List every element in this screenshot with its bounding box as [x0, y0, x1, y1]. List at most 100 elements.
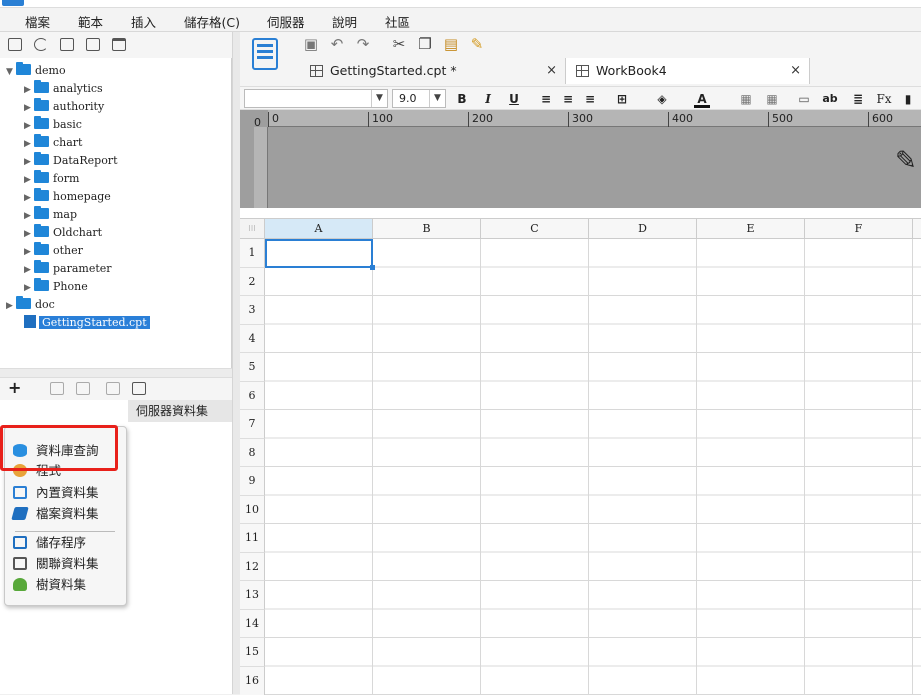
edit-icon[interactable] [50, 382, 64, 395]
tree-node[interactable]: ▶Phone [24, 278, 88, 295]
align-left-icon[interactable]: ≡ [538, 90, 554, 108]
menu-item-file-dataset[interactable]: 檔案資料集 [13, 504, 99, 524]
redo-icon[interactable]: ↷ [354, 36, 372, 52]
vertical-divider[interactable] [232, 32, 240, 694]
row-header[interactable]: 14 [240, 610, 265, 639]
server-dataset-tab[interactable]: 伺服器資料集 [128, 400, 232, 422]
row-header[interactable]: 9 [240, 467, 265, 496]
align-right-icon[interactable]: ≡ [582, 90, 598, 108]
panel-splitter[interactable] [0, 368, 232, 378]
refresh-icon[interactable] [34, 38, 48, 51]
cut-icon[interactable]: ✂ [390, 36, 408, 52]
close-icon[interactable]: × [790, 58, 801, 84]
column-header[interactable]: D [589, 219, 697, 239]
close-icon[interactable]: × [546, 58, 557, 84]
format-painter-icon[interactable]: ✎ [468, 36, 486, 52]
tree-node[interactable]: ▶chart [24, 134, 82, 151]
delete-icon[interactable] [76, 382, 90, 395]
formula-icon[interactable]: Fx [874, 90, 894, 108]
tree-node-doc[interactable]: ▶doc [6, 296, 55, 313]
column-header[interactable]: F [805, 219, 913, 239]
menu-item-tree-dataset[interactable]: 樹資料集 [13, 575, 86, 595]
selected-cell[interactable] [265, 239, 373, 268]
paragraph-icon[interactable]: ≣ [850, 90, 866, 108]
collapse-arrow-icon[interactable]: ▶ [24, 118, 34, 135]
expand-arrow-icon[interactable]: ▼ [6, 64, 16, 81]
copy-icon[interactable] [106, 382, 120, 395]
merge-cells-icon[interactable]: ▦ [738, 90, 754, 108]
menu-help[interactable]: 說明 [332, 12, 357, 31]
open-icon[interactable] [60, 38, 74, 51]
row-header[interactable]: 11 [240, 524, 265, 553]
row-header[interactable]: 10 [240, 496, 265, 525]
save-icon[interactable]: ▣ [302, 36, 320, 52]
row-header[interactable]: 12 [240, 553, 265, 582]
template-type-icon[interactable] [252, 38, 278, 70]
collapse-arrow-icon[interactable]: ▶ [24, 82, 34, 99]
menu-template[interactable]: 範本 [78, 12, 103, 31]
font-size-select[interactable]: 9.0▼ [392, 89, 446, 108]
italic-button[interactable]: I [480, 90, 496, 108]
column-header[interactable]: A [265, 219, 373, 239]
tab-workbook4[interactable]: WorkBook4× [566, 58, 810, 84]
copy-icon[interactable]: ❐ [416, 36, 434, 52]
menu-cell[interactable]: 儲存格(C) [184, 12, 240, 31]
row-header[interactable]: 4 [240, 325, 265, 354]
undo-icon[interactable]: ↶ [328, 36, 346, 52]
collapse-arrow-icon[interactable]: ▶ [24, 262, 34, 279]
tree-node[interactable]: ▶map [24, 206, 77, 223]
collapse-arrow-icon[interactable]: ▶ [24, 280, 34, 297]
menu-community[interactable]: 社區 [385, 12, 410, 31]
cell-area[interactable] [265, 239, 921, 695]
column-header[interactable]: B [373, 219, 481, 239]
underline-button[interactable]: U [506, 90, 522, 108]
tree-node[interactable]: ▶authority [24, 98, 104, 115]
collapse-arrow-icon[interactable]: ▶ [24, 100, 34, 117]
collapse-arrow-icon[interactable]: ▶ [24, 190, 34, 207]
tree-node[interactable]: ▶parameter [24, 260, 112, 277]
row-header[interactable]: 16 [240, 667, 265, 695]
row-header[interactable]: 8 [240, 439, 265, 468]
select-all-corner[interactable]: ⁝⁝⁝ [240, 219, 265, 239]
row-header[interactable]: 3 [240, 296, 265, 325]
row-header[interactable]: 6 [240, 382, 265, 411]
pen-icon[interactable]: ✎ [895, 146, 921, 176]
menu-item-db-query[interactable]: 資料庫查詢 [13, 441, 99, 461]
border-icon[interactable]: ⊞ [614, 90, 630, 108]
tree-node[interactable]: ▶other [24, 242, 83, 259]
tree-node[interactable]: ▶Oldchart [24, 224, 102, 241]
menu-server[interactable]: 伺服器 [267, 12, 305, 31]
tree-node-demo[interactable]: ▼demo [6, 62, 66, 79]
menu-item-relation-dataset[interactable]: 關聯資料集 [13, 554, 99, 574]
collapse-arrow-icon[interactable]: ▶ [24, 136, 34, 153]
collapse-arrow-icon[interactable]: ▶ [6, 298, 16, 315]
row-header[interactable]: 5 [240, 353, 265, 382]
bold-button[interactable]: B [454, 90, 470, 108]
new-folder-icon[interactable] [8, 38, 22, 51]
collapse-arrow-icon[interactable]: ▶ [24, 226, 34, 243]
lock-icon[interactable] [86, 38, 100, 51]
preview-icon[interactable] [132, 382, 146, 395]
row-header[interactable]: 7 [240, 410, 265, 439]
tab-gettingstarted[interactable]: GettingStarted.cpt *× [300, 58, 566, 84]
menu-item-program[interactable]: 程式 [13, 461, 61, 481]
textfield-icon[interactable]: ▭ [796, 90, 812, 108]
menu-item-builtin-dataset[interactable]: 內置資料集 [13, 483, 99, 503]
menu-file[interactable]: 檔案 [25, 12, 50, 31]
row-header[interactable]: 13 [240, 581, 265, 610]
menu-item-stored-procedure[interactable]: 儲存程序 [13, 533, 86, 553]
text-icon[interactable]: ab [820, 90, 840, 108]
font-family-select[interactable]: ▼ [244, 89, 388, 108]
row-header[interactable]: 2 [240, 268, 265, 297]
font-color-icon[interactable]: A [694, 90, 710, 108]
fill-color-icon[interactable]: ◈ [654, 90, 670, 108]
tree-node[interactable]: ▶form [24, 170, 79, 187]
row-header[interactable]: 1 [240, 239, 265, 268]
collapse-arrow-icon[interactable]: ▶ [24, 208, 34, 225]
align-center-icon[interactable]: ≡ [560, 90, 576, 108]
tree-node[interactable]: ▶homepage [24, 188, 111, 205]
paste-icon[interactable]: ▤ [442, 36, 460, 52]
column-header[interactable]: E [697, 219, 805, 239]
column-header[interactable]: C [481, 219, 589, 239]
tree-node-file[interactable]: GettingStarted.cpt [24, 314, 150, 331]
